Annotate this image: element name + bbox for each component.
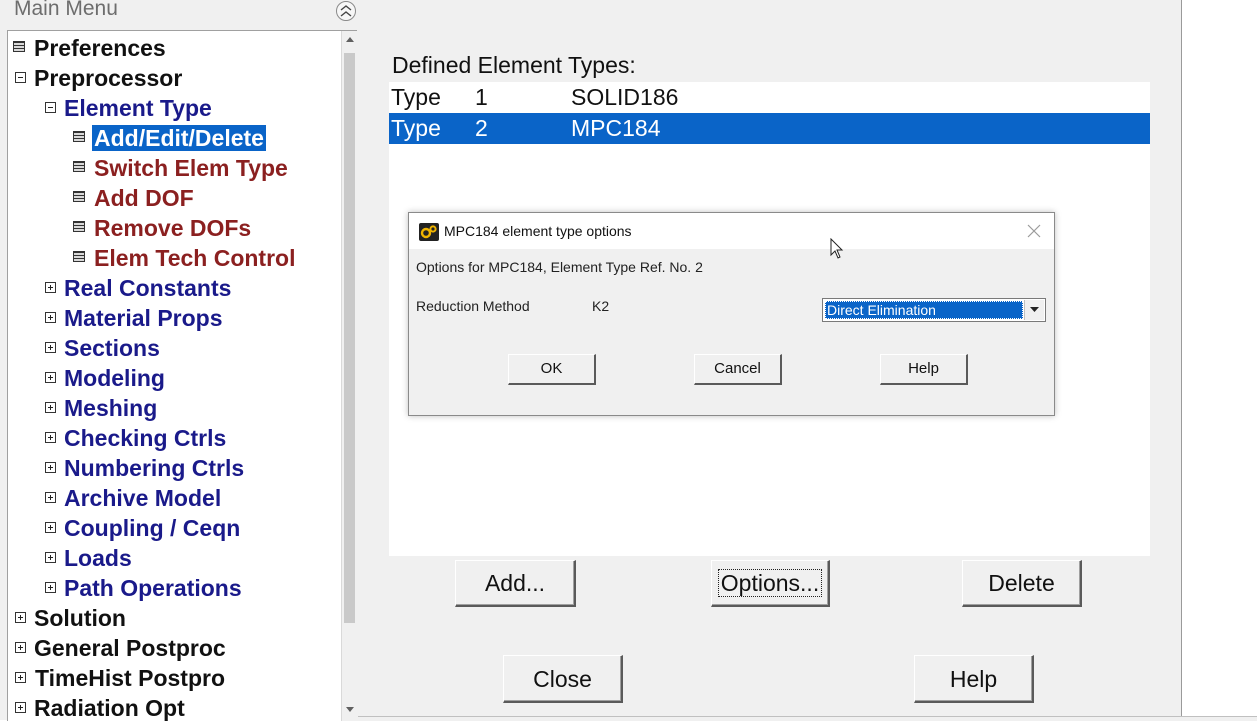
expand-box-icon[interactable] bbox=[45, 342, 56, 353]
menu-item-label: Preprocessor bbox=[34, 65, 183, 91]
expand-box-icon[interactable] bbox=[45, 552, 56, 563]
close-icon[interactable] bbox=[1026, 223, 1042, 239]
menu-item-label: Radiation Opt bbox=[34, 695, 185, 721]
expand-box-icon[interactable] bbox=[45, 432, 56, 443]
main-menu-scrollbar[interactable] bbox=[341, 31, 358, 721]
menu-item-label: Material Props bbox=[64, 305, 223, 331]
element-type-name: SOLID186 bbox=[571, 84, 679, 110]
main-menu-title: Main Menu bbox=[14, 0, 118, 20]
element-type-row[interactable]: Type 1 SOLID186 bbox=[389, 82, 1150, 113]
help-button[interactable]: Help bbox=[914, 655, 1034, 703]
menu-item-label: Archive Model bbox=[64, 485, 222, 511]
expand-box-icon[interactable] bbox=[45, 522, 56, 533]
main-menu-tree-container: Preferences Preprocessor Element Type Ad… bbox=[7, 30, 358, 721]
expand-box-icon[interactable] bbox=[45, 282, 56, 293]
menu-item-label: Preferences bbox=[34, 35, 166, 61]
menu-item-label: Add/Edit/Delete bbox=[92, 125, 266, 151]
mouse-pointer-icon bbox=[830, 238, 844, 259]
delete-button-label: Delete bbox=[988, 570, 1055, 596]
calculator-icon bbox=[13, 41, 25, 52]
menu-item-label: Loads bbox=[64, 545, 132, 571]
menu-item-label: Real Constants bbox=[64, 275, 232, 301]
dialog-subtitle: Options for MPC184, Element Type Ref. No… bbox=[416, 259, 703, 275]
expand-box-icon[interactable] bbox=[15, 642, 26, 653]
menu-item-label: Meshing bbox=[64, 395, 158, 421]
expand-box-icon[interactable] bbox=[45, 312, 56, 323]
element-type-number: 1 bbox=[475, 84, 488, 110]
reduction-method-value: Direct Elimination bbox=[825, 301, 1023, 319]
menu-item-label: Element Type bbox=[64, 95, 212, 121]
expand-box-icon[interactable] bbox=[15, 612, 26, 623]
element-type-label: Type bbox=[391, 84, 441, 110]
key-option-label: K2 bbox=[592, 298, 610, 314]
main-menu-header: Main Menu bbox=[0, 0, 358, 24]
expand-box-icon[interactable] bbox=[45, 492, 56, 503]
menu-item-label: Modeling bbox=[64, 365, 165, 391]
menu-item-label: Switch Elem Type bbox=[94, 155, 288, 181]
help-button-label: Help bbox=[949, 666, 998, 692]
add-button[interactable]: Add... bbox=[455, 560, 576, 607]
expand-box-icon[interactable] bbox=[45, 582, 56, 593]
window-bottom-edge bbox=[358, 716, 1257, 721]
calculator-icon bbox=[73, 131, 85, 142]
options-button[interactable]: Options... bbox=[711, 560, 830, 607]
scroll-up-arrow-icon[interactable] bbox=[346, 37, 354, 42]
element-type-row-selected[interactable]: Type 2 MPC184 bbox=[389, 113, 1150, 144]
menu-item-label: Checking Ctrls bbox=[64, 425, 227, 451]
calculator-icon bbox=[73, 191, 85, 202]
main-menu-tree: Preferences Preprocessor Element Type Ad… bbox=[8, 31, 340, 721]
dialog-help-button-label: Help bbox=[908, 360, 939, 377]
menu-item-label: Add DOF bbox=[94, 185, 194, 211]
ok-button[interactable]: OK bbox=[508, 354, 596, 385]
element-type-label: Type bbox=[391, 115, 441, 141]
menu-item-label: Numbering Ctrls bbox=[64, 455, 245, 481]
menu-item-label: Path Operations bbox=[64, 575, 242, 601]
mpc184-options-dialog: MPC184 element type options Options for … bbox=[408, 212, 1055, 416]
main-menu-panel: Main Menu Preferences Preprocessor Eleme… bbox=[0, 0, 358, 721]
dialog-title: MPC184 element type options bbox=[444, 223, 632, 239]
collapse-box-icon[interactable] bbox=[15, 72, 26, 83]
reduction-method-select[interactable]: Direct Elimination bbox=[822, 298, 1046, 322]
expand-box-icon[interactable] bbox=[45, 402, 56, 413]
expand-box-icon[interactable] bbox=[15, 702, 26, 713]
menu-item-label: Sections bbox=[64, 335, 160, 361]
close-button-label: Close bbox=[533, 666, 592, 692]
dialog-titlebar[interactable]: MPC184 element type options bbox=[409, 213, 1054, 249]
calculator-icon bbox=[73, 221, 85, 232]
element-type-number: 2 bbox=[475, 115, 488, 141]
menu-item-label: Coupling / Ceqn bbox=[64, 515, 241, 541]
cancel-button[interactable]: Cancel bbox=[694, 354, 782, 385]
collapse-box-icon[interactable] bbox=[45, 102, 56, 113]
chevron-down-icon[interactable] bbox=[1024, 300, 1044, 320]
dialog-help-button[interactable]: Help bbox=[880, 354, 968, 385]
ansys-app-icon bbox=[419, 223, 439, 241]
defined-element-types-heading: Defined Element Types: bbox=[392, 52, 636, 78]
delete-button[interactable]: Delete bbox=[962, 560, 1082, 607]
collapse-menu-icon[interactable] bbox=[336, 1, 356, 21]
menu-item-label: Remove DOFs bbox=[94, 215, 252, 241]
scroll-down-arrow-icon[interactable] bbox=[346, 707, 354, 712]
element-type-name: MPC184 bbox=[571, 115, 661, 141]
menu-item-label: General Postproc bbox=[34, 635, 226, 661]
calculator-icon bbox=[73, 161, 85, 172]
expand-box-icon[interactable] bbox=[45, 372, 56, 383]
menu-item-label: TimeHist Postpro bbox=[35, 665, 225, 691]
menu-item-label: Solution bbox=[34, 605, 126, 631]
expand-box-icon[interactable] bbox=[45, 462, 56, 473]
expand-box-icon[interactable] bbox=[15, 672, 26, 683]
menu-item-label: Elem Tech Control bbox=[94, 245, 296, 271]
cancel-button-label: Cancel bbox=[714, 360, 761, 377]
reduction-method-label: Reduction Method bbox=[416, 298, 530, 314]
ok-button-label: OK bbox=[540, 360, 563, 377]
options-button-label: Options... bbox=[717, 569, 823, 597]
close-button[interactable]: Close bbox=[503, 655, 623, 703]
calculator-icon bbox=[73, 251, 85, 262]
add-button-label: Add... bbox=[484, 570, 546, 596]
scrollbar-thumb[interactable] bbox=[344, 53, 355, 623]
